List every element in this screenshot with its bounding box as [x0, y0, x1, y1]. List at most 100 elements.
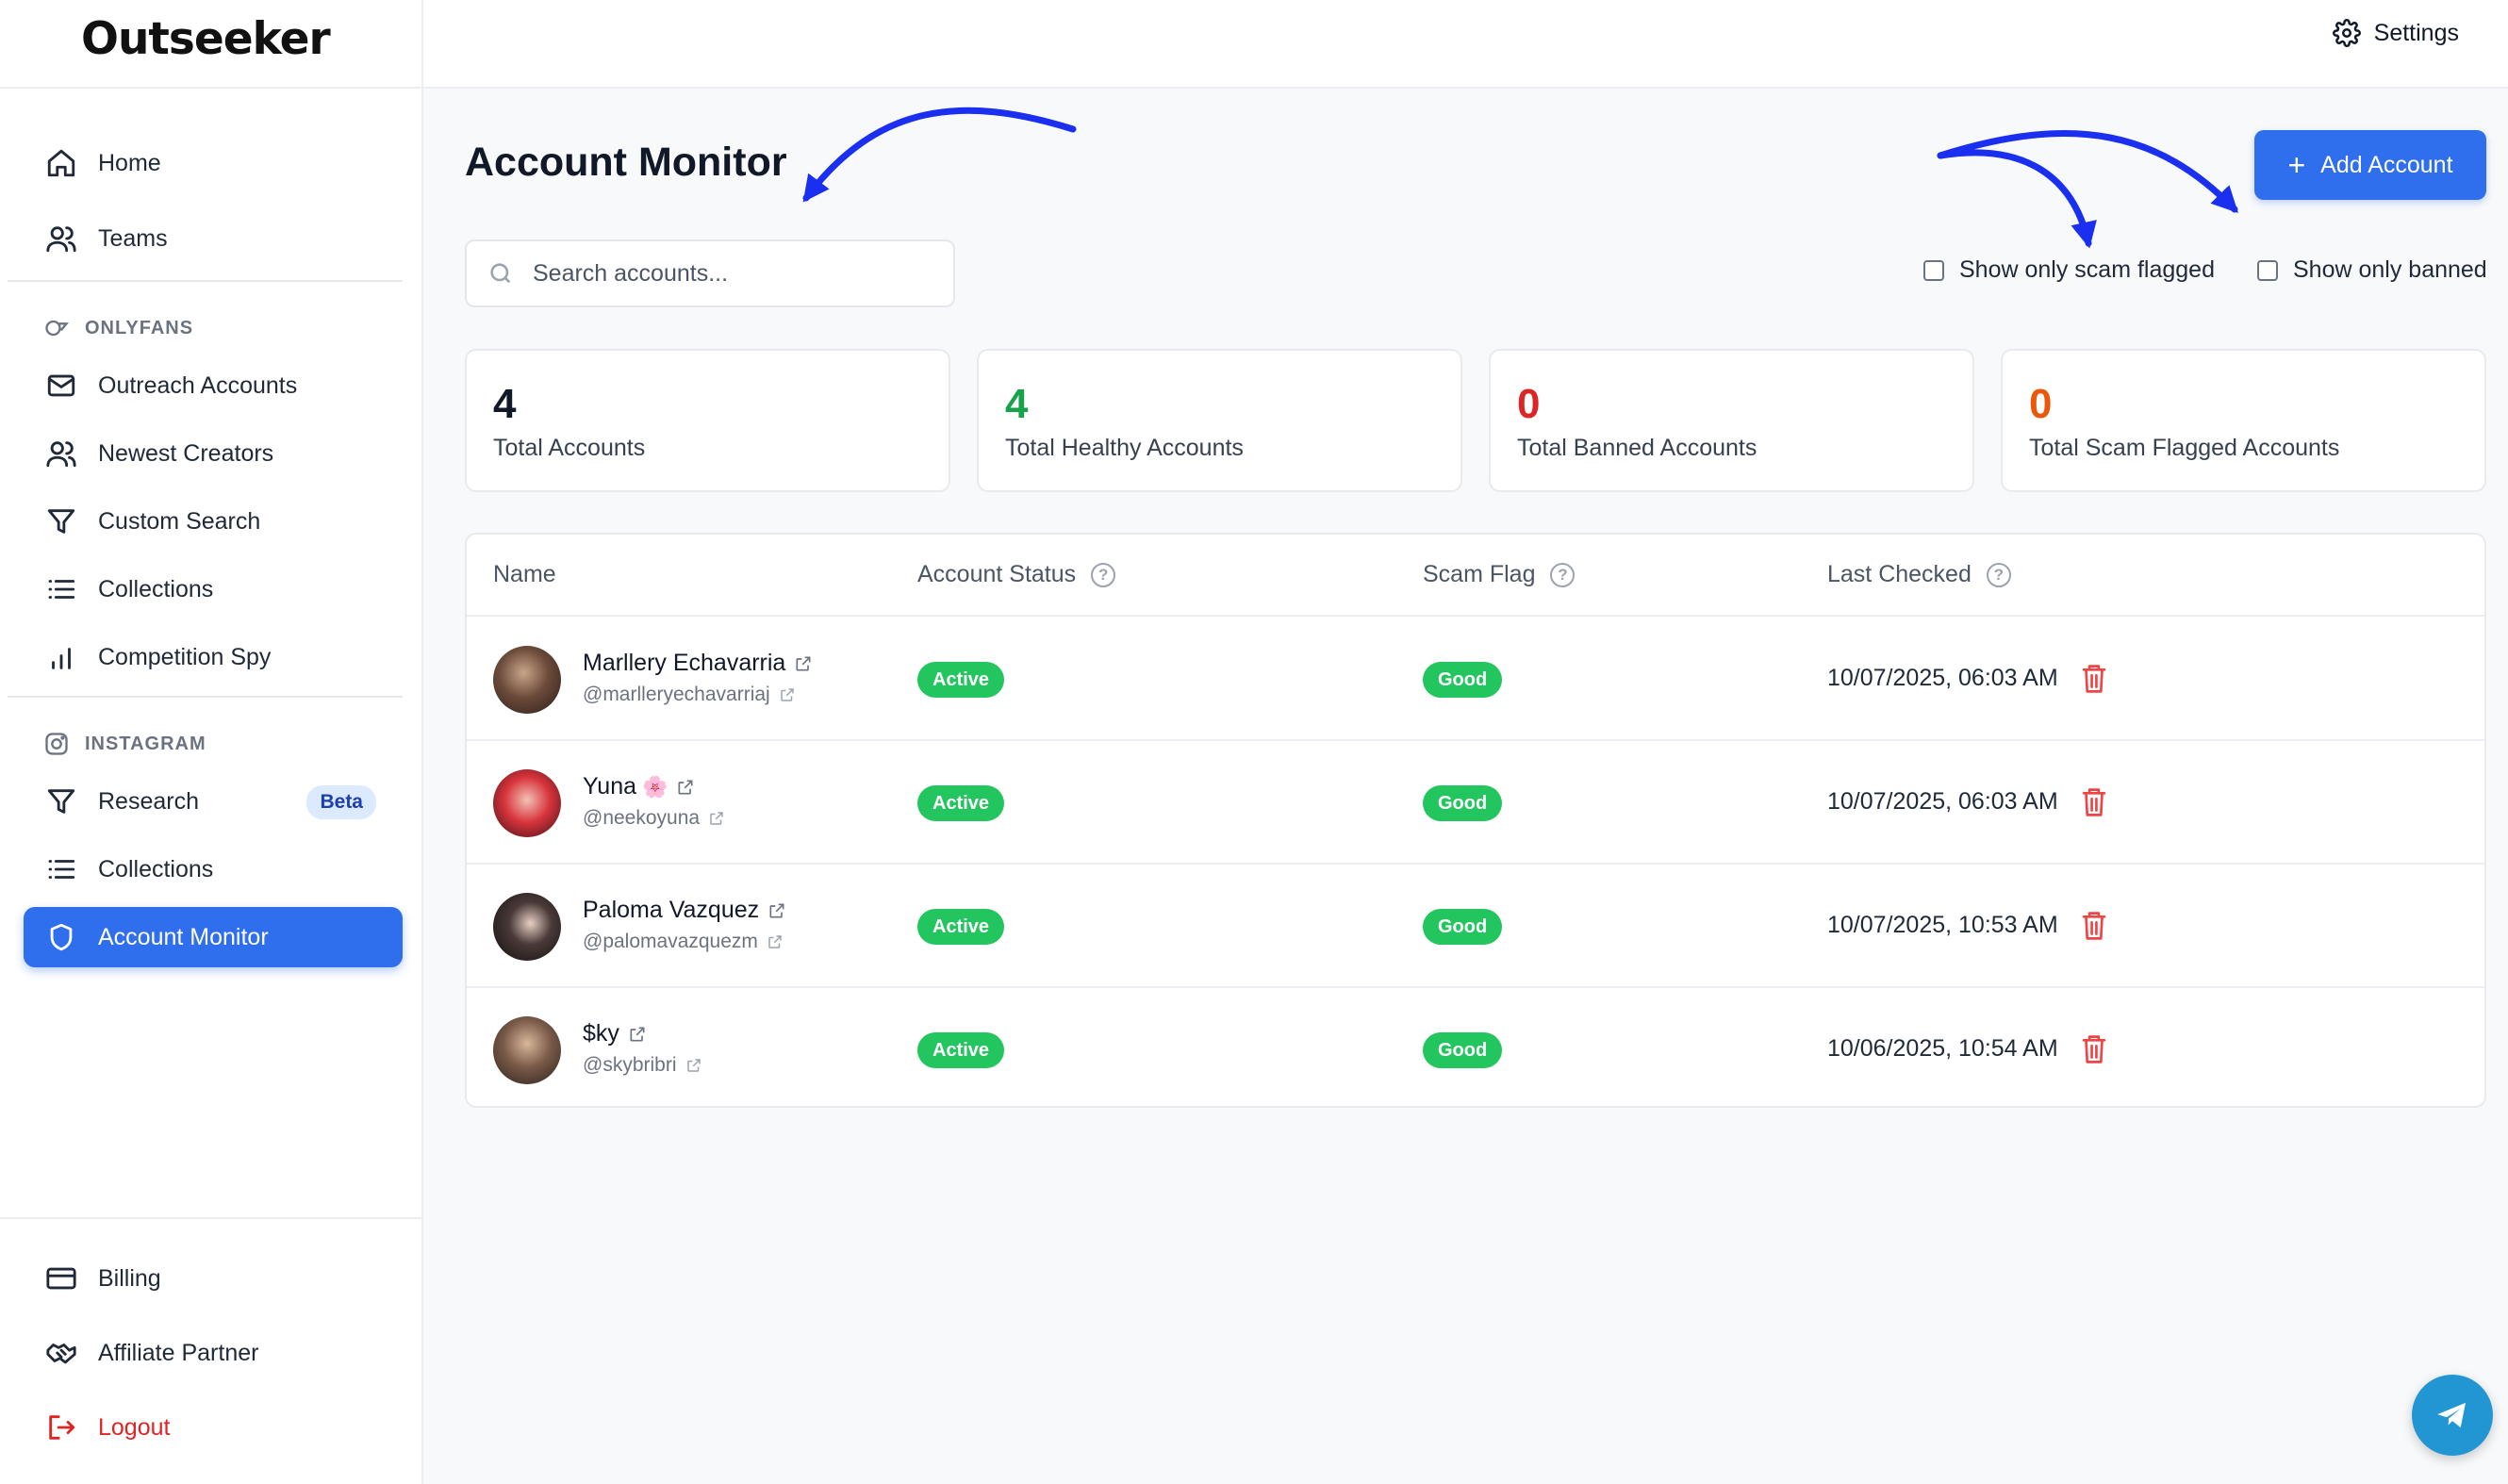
- external-link-icon: [710, 812, 723, 825]
- scam-flag-badge: Good: [1423, 909, 1503, 945]
- filter-icon: [42, 503, 80, 540]
- instagram-icon: [45, 733, 68, 755]
- bar-chart-icon: [42, 638, 80, 676]
- trash-icon: [2082, 665, 2106, 693]
- status-badge: Active: [917, 662, 1005, 698]
- table-row: Marllery Echavarria @marlleryechavarriaj…: [467, 618, 2484, 741]
- users-icon: [42, 435, 80, 472]
- avatar: [493, 646, 561, 714]
- stat-value: 0: [1517, 381, 1541, 427]
- handshake-icon: [42, 1334, 80, 1372]
- sidebar-item-collections[interactable]: Collections: [24, 559, 403, 619]
- scam-flagged-filter[interactable]: Show only scam flagged: [1923, 256, 2215, 284]
- help-icon[interactable]: ?: [1550, 562, 1576, 587]
- sidebar-item-label: Home: [98, 149, 161, 176]
- stat-card-scam-flagged: 0 Total Scam Flagged Accounts: [2001, 349, 2486, 492]
- sidebar-item-label: Affiliate Partner: [98, 1339, 259, 1366]
- external-link-icon: [630, 1027, 645, 1041]
- section-label-instagram: INSTAGRAM: [43, 731, 206, 757]
- add-account-button[interactable]: + Add Account: [2254, 130, 2486, 200]
- divider: [0, 87, 423, 89]
- help-icon[interactable]: ?: [1986, 562, 2011, 587]
- telegram-button[interactable]: [2412, 1375, 2493, 1456]
- sidebar-item-teams[interactable]: Teams: [24, 208, 403, 269]
- search-input[interactable]: [533, 259, 929, 288]
- scam-flag-badge: Good: [1423, 1032, 1503, 1068]
- beta-badge: Beta: [306, 785, 376, 819]
- flower-emoji: 🌸: [642, 774, 668, 799]
- banned-filter[interactable]: Show only banned: [2257, 256, 2487, 284]
- settings-button[interactable]: Settings: [2332, 19, 2459, 47]
- account-handle-link[interactable]: @neekoyuna: [583, 807, 725, 830]
- account-name-link[interactable]: Paloma Vazquez: [583, 897, 786, 924]
- last-checked: 10/07/2025, 10:53 AM: [1827, 912, 2058, 938]
- annotation-arrow: [802, 107, 1077, 203]
- status-badge: Active: [917, 785, 1005, 821]
- account-handle-link[interactable]: @palomavazquezm: [583, 931, 784, 953]
- settings-label: Settings: [2373, 19, 2459, 46]
- banned-checkbox[interactable]: [2257, 259, 2278, 281]
- trash-icon: [2082, 1035, 2106, 1064]
- table-row: Paloma Vazquez @palomavazquezm Active Go…: [467, 865, 2484, 988]
- sidebar-item-label: Competition Spy: [98, 643, 272, 670]
- account-name-link[interactable]: Marllery Echavarria: [583, 650, 813, 677]
- delete-button[interactable]: [2080, 663, 2108, 695]
- last-checked: 10/07/2025, 06:03 AM: [1827, 788, 2058, 815]
- sidebar-item-affiliate-partner[interactable]: Affiliate Partner: [24, 1323, 403, 1383]
- delete-button[interactable]: [2080, 786, 2108, 818]
- help-icon[interactable]: ?: [1091, 562, 1116, 587]
- sidebar-item-label: Custom Search: [98, 507, 261, 535]
- sidebar-item-label: Outreach Accounts: [98, 371, 298, 399]
- delete-button[interactable]: [2080, 1033, 2108, 1065]
- sidebar-item-label: Newest Creators: [98, 439, 274, 467]
- account-name-link[interactable]: $ky: [583, 1020, 647, 1047]
- sidebar-item-custom-search[interactable]: Custom Search: [24, 491, 403, 552]
- account-handle-link[interactable]: @marlleryechavarriaj: [583, 684, 796, 706]
- sidebar-item-outreach-accounts[interactable]: Outreach Accounts: [24, 355, 403, 416]
- app-logo[interactable]: Outseeker: [81, 13, 331, 65]
- sidebar-item-account-monitor[interactable]: Account Monitor: [24, 907, 403, 967]
- sidebar-item-collections[interactable]: Collections: [24, 839, 403, 899]
- sidebar-item-newest-creators[interactable]: Newest Creators: [24, 423, 403, 484]
- scam-flag-badge: Good: [1423, 662, 1503, 698]
- column-header-account-status: Account Status?: [917, 561, 1116, 588]
- sidebar-item-label: Collections: [98, 855, 214, 882]
- sidebar-item-label: Teams: [98, 224, 168, 252]
- account-name-link[interactable]: Yuna 🌸: [583, 773, 695, 800]
- sidebar-item-competition-spy[interactable]: Competition Spy: [24, 627, 403, 687]
- stat-card-healthy: 4 Total Healthy Accounts: [977, 349, 1462, 492]
- sidebar-item-label: Logout: [98, 1413, 171, 1441]
- scam-flag-badge: Good: [1423, 785, 1503, 821]
- external-link-icon: [769, 903, 784, 917]
- trash-icon: [2082, 788, 2106, 816]
- account-handle-link[interactable]: @skybribri: [583, 1054, 702, 1077]
- plus-icon: +: [2287, 147, 2306, 182]
- sidebar-item-home[interactable]: Home: [24, 133, 403, 193]
- page-title: Account Monitor: [465, 140, 787, 185]
- sidebar-item-label: Collections: [98, 575, 214, 602]
- sidebar-item-logout[interactable]: Logout: [24, 1397, 403, 1458]
- onlyfans-icon: [45, 320, 69, 337]
- banned-label: Show only banned: [2293, 256, 2487, 283]
- credit-card-icon: [42, 1260, 80, 1297]
- external-link-icon: [678, 780, 693, 794]
- stat-label: Total Scam Flagged Accounts: [2029, 435, 2340, 461]
- avatar: [493, 893, 561, 961]
- last-checked: 10/07/2025, 06:03 AM: [1827, 665, 2058, 691]
- stat-label: Total Healthy Accounts: [1005, 435, 1244, 461]
- trash-icon: [2082, 912, 2106, 940]
- scam-flagged-checkbox[interactable]: [1923, 259, 1944, 281]
- divider: [8, 280, 403, 282]
- sidebar-item-research[interactable]: Research Beta: [24, 771, 403, 832]
- stat-card-total: 4 Total Accounts: [465, 349, 950, 492]
- annotation-arrow: [1937, 149, 2097, 249]
- delete-button[interactable]: [2080, 910, 2108, 942]
- telegram-icon: [2437, 1402, 2466, 1428]
- last-checked: 10/06/2025, 10:54 AM: [1827, 1035, 2058, 1062]
- column-header-name: Name: [493, 561, 556, 587]
- search-box[interactable]: [465, 239, 955, 307]
- external-link-icon: [686, 1059, 701, 1072]
- list-icon: [42, 850, 80, 888]
- sidebar-item-billing[interactable]: Billing: [24, 1248, 403, 1309]
- table-header: Name Account Status? Scam Flag? Last Che…: [467, 535, 2484, 617]
